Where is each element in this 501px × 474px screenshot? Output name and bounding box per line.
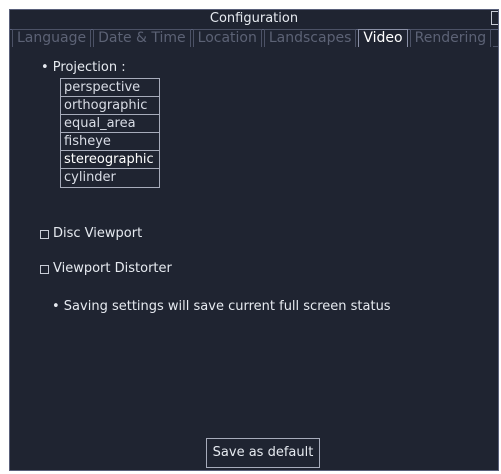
- tab-location[interactable]: Location: [192, 29, 262, 47]
- projection-option-cylinder[interactable]: cylinder: [61, 169, 159, 187]
- projection-option-orthographic[interactable]: orthographic: [61, 97, 159, 115]
- viewport-distorter-row[interactable]: Viewport Distorter: [40, 261, 172, 276]
- tab-video[interactable]: Video: [358, 29, 408, 47]
- tab-bar-filler: [493, 29, 498, 47]
- projection-option-fisheye[interactable]: fisheye: [61, 133, 159, 151]
- tab-language[interactable]: Language: [12, 29, 92, 47]
- save-as-default-button[interactable]: Save as default: [206, 438, 320, 468]
- tab-bar: Language Date & Time Location Landscapes…: [12, 29, 498, 47]
- projection-option-perspective[interactable]: perspective: [61, 79, 159, 97]
- disc-viewport-row[interactable]: Disc Viewport: [40, 226, 142, 241]
- viewport-distorter-checkbox[interactable]: [40, 264, 49, 274]
- tab-landscapes[interactable]: Landscapes: [263, 29, 357, 47]
- disc-viewport-label: Disc Viewport: [53, 226, 143, 241]
- title-bar[interactable]: Configuration: [10, 10, 498, 30]
- close-icon[interactable]: [491, 11, 498, 25]
- projection-option-stereographic[interactable]: stereographic: [61, 151, 159, 169]
- tab-date-time[interactable]: Date & Time: [93, 29, 191, 47]
- viewport-distorter-label: Viewport Distorter: [53, 261, 172, 276]
- configuration-window: Configuration Language Date & Time Locat…: [9, 9, 499, 471]
- tab-rendering[interactable]: Rendering: [409, 29, 492, 47]
- projection-label: • Projection :: [41, 60, 126, 75]
- projection-option-equal-area[interactable]: equal_area: [61, 115, 159, 133]
- window-title: Configuration: [209, 11, 299, 26]
- video-tab-panel: • Projection : perspective orthographic …: [10, 47, 498, 470]
- fullscreen-note: • Saving settings will save current full…: [52, 299, 391, 314]
- projection-list[interactable]: perspective orthographic equal_area fish…: [60, 78, 160, 188]
- disc-viewport-checkbox[interactable]: [40, 229, 49, 239]
